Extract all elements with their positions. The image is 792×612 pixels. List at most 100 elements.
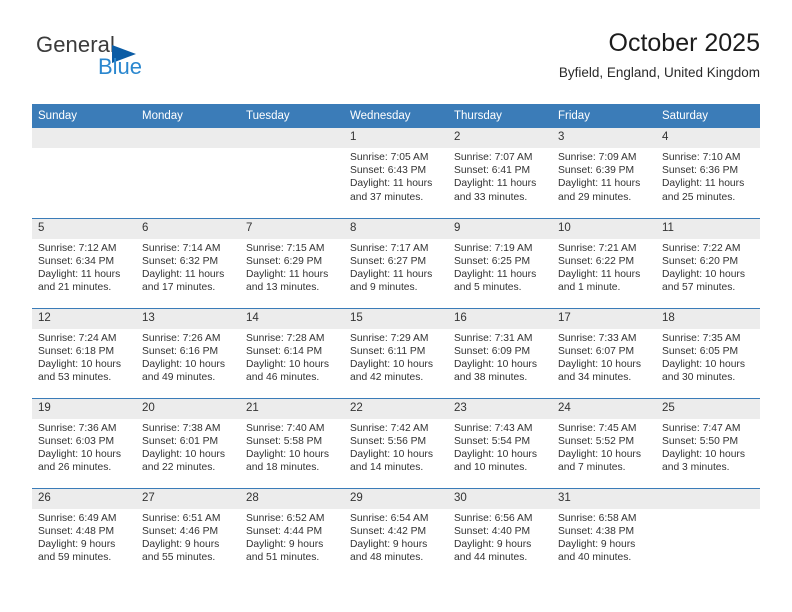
daylight-duration-line2: and 17 minutes. bbox=[142, 282, 216, 294]
calendar-day-cell[interactable]: 25 Sunrise: 7:47 AM Sunset: 5:50 PM Dayligh… bbox=[656, 397, 760, 488]
calendar-day-cell[interactable]: 26 Sunrise: 6:49 AM Sunset: 4:48 PM Dayligh… bbox=[32, 487, 136, 578]
calendar-day-cell[interactable]: 17 Sunrise: 7:33 AM Sunset: 6:07 PM Dayligh… bbox=[552, 307, 656, 398]
day-details: Sunrise: 7:22 AM Sunset: 6:20 PM Daylight:… bbox=[656, 239, 760, 295]
calendar-day-cell[interactable]: 27 Sunrise: 6:51 AM Sunset: 4:46 PM Dayligh… bbox=[136, 487, 240, 578]
calendar-day-cell[interactable]: 4 Sunrise: 7:10 AM Sunset: 6:36 PM Daylight… bbox=[656, 128, 760, 218]
calendar-day-cell[interactable]: 3 Sunrise: 7:09 AM Sunset: 6:39 PM Daylight… bbox=[552, 128, 656, 218]
weekday-header-saturday: Saturday bbox=[656, 104, 760, 128]
day-details: Sunrise: 6:52 AM Sunset: 4:44 PM Daylight:… bbox=[240, 509, 344, 565]
day-details: Sunrise: 7:31 AM Sunset: 6:09 PM Daylight:… bbox=[448, 329, 552, 385]
calendar-day-cell[interactable]: 24 Sunrise: 7:45 AM Sunset: 5:52 PM Dayligh… bbox=[552, 397, 656, 488]
calendar-day-cell[interactable]: 15 Sunrise: 7:29 AM Sunset: 6:11 PM Dayligh… bbox=[344, 307, 448, 398]
daylight-duration-line2: and 18 minutes. bbox=[246, 462, 320, 474]
calendar-day-cell[interactable]: 8 Sunrise: 7:17 AM Sunset: 6:27 PM Daylight… bbox=[344, 217, 448, 308]
calendar-day-cell[interactable]: 31 Sunrise: 6:58 AM Sunset: 4:38 PM Dayligh… bbox=[552, 487, 656, 578]
daylight-duration-line1: Daylight: 11 hours bbox=[350, 268, 433, 280]
daylight-duration-line1: Daylight: 10 hours bbox=[246, 358, 329, 370]
sunrise-time: Sunrise: 7:07 AM bbox=[454, 152, 533, 163]
calendar-day-cell[interactable]: 10 Sunrise: 7:21 AM Sunset: 6:22 PM Dayligh… bbox=[552, 217, 656, 308]
day-number: 13 bbox=[136, 308, 240, 329]
daylight-duration-line2: and 5 minutes. bbox=[454, 282, 522, 294]
daylight-duration-line2: and 21 minutes. bbox=[38, 282, 112, 294]
calendar-day-cell[interactable]: 5 Sunrise: 7:12 AM Sunset: 6:34 PM Daylight… bbox=[32, 217, 136, 308]
calendar-day-cell[interactable]: 19 Sunrise: 7:36 AM Sunset: 6:03 PM Dayligh… bbox=[32, 397, 136, 488]
daylight-duration-line2: and 59 minutes. bbox=[38, 552, 112, 564]
sunset-time: Sunset: 4:38 PM bbox=[558, 525, 635, 537]
calendar-day-cell[interactable]: 23 Sunrise: 7:43 AM Sunset: 5:54 PM Dayligh… bbox=[448, 397, 552, 488]
weekday-header-row: Sunday Monday Tuesday Wednesday Thursday… bbox=[32, 104, 760, 128]
daylight-duration-line1: Daylight: 11 hours bbox=[350, 178, 433, 190]
day-details: Sunrise: 7:43 AM Sunset: 5:54 PM Daylight:… bbox=[448, 419, 552, 475]
calendar-day-cell[interactable]: 18 Sunrise: 7:35 AM Sunset: 6:05 PM Dayligh… bbox=[656, 307, 760, 398]
calendar-day-cell[interactable]: 2 Sunrise: 7:07 AM Sunset: 6:41 PM Daylight… bbox=[448, 128, 552, 218]
day-details: Sunrise: 7:21 AM Sunset: 6:22 PM Daylight:… bbox=[552, 239, 656, 295]
calendar-day-cell[interactable]: 13 Sunrise: 7:26 AM Sunset: 6:16 PM Dayligh… bbox=[136, 307, 240, 398]
daylight-duration-line1: Daylight: 9 hours bbox=[454, 538, 532, 550]
title-block: October 2025 Byfield, England, United Ki… bbox=[559, 28, 760, 81]
daylight-duration-line2: and 14 minutes. bbox=[350, 462, 424, 474]
brand-logo[interactable]: General Blue bbox=[36, 32, 266, 86]
calendar-day-cell[interactable]: 29 Sunrise: 6:54 AM Sunset: 4:42 PM Dayligh… bbox=[344, 487, 448, 578]
sunrise-time: Sunrise: 7:15 AM bbox=[246, 242, 325, 254]
calendar-day-cell[interactable]: 11 Sunrise: 7:22 AM Sunset: 6:20 PM Dayligh… bbox=[656, 217, 760, 308]
sunrise-time: Sunrise: 6:51 AM bbox=[142, 512, 221, 524]
calendar-day-cell[interactable]: 28 Sunrise: 6:52 AM Sunset: 4:44 PM Dayligh… bbox=[240, 487, 344, 578]
daylight-duration-line2: and 9 minutes. bbox=[350, 282, 418, 294]
calendar-day-cell[interactable]: 20 Sunrise: 7:38 AM Sunset: 6:01 PM Dayligh… bbox=[136, 397, 240, 488]
sunrise-time: Sunrise: 7:29 AM bbox=[350, 332, 429, 344]
daylight-duration-line1: Daylight: 9 hours bbox=[350, 538, 428, 550]
daylight-duration-line1: Daylight: 11 hours bbox=[246, 268, 329, 280]
sunrise-time: Sunrise: 7:47 AM bbox=[662, 422, 741, 434]
sunrise-time: Sunrise: 7:14 AM bbox=[142, 242, 221, 254]
daylight-duration-line2: and 7 minutes. bbox=[558, 462, 626, 474]
sunrise-time: Sunrise: 7:31 AM bbox=[454, 332, 533, 344]
daylight-duration-line2: and 53 minutes. bbox=[38, 372, 112, 384]
daylight-duration-line1: Daylight: 9 hours bbox=[558, 538, 636, 550]
daylight-duration-line1: Daylight: 11 hours bbox=[142, 268, 225, 280]
daylight-duration-line1: Daylight: 10 hours bbox=[558, 448, 641, 460]
day-details: Sunrise: 7:09 AM Sunset: 6:39 PM Daylight:… bbox=[552, 148, 656, 204]
calendar-day-cell[interactable]: 1 Sunrise: 7:05 AM Sunset: 6:43 PM Daylight… bbox=[344, 128, 448, 218]
calendar-day-cell[interactable]: 9 Sunrise: 7:19 AM Sunset: 6:25 PM Daylight… bbox=[448, 217, 552, 308]
sunrise-time: Sunrise: 6:52 AM bbox=[246, 512, 325, 524]
logo-text-blue: Blue bbox=[98, 54, 143, 79]
day-number bbox=[656, 488, 760, 509]
calendar-day-cell[interactable]: 21 Sunrise: 7:40 AM Sunset: 5:58 PM Dayligh… bbox=[240, 397, 344, 488]
sunset-time: Sunset: 5:54 PM bbox=[454, 435, 531, 447]
daylight-duration-line2: and 57 minutes. bbox=[662, 282, 736, 294]
daylight-duration-line1: Daylight: 11 hours bbox=[558, 268, 641, 280]
sunset-time: Sunset: 6:07 PM bbox=[558, 345, 635, 357]
day-details: Sunrise: 7:28 AM Sunset: 6:14 PM Daylight:… bbox=[240, 329, 344, 385]
day-details: Sunrise: 6:49 AM Sunset: 4:48 PM Daylight:… bbox=[32, 509, 136, 565]
calendar-week-row: 26 Sunrise: 6:49 AM Sunset: 4:48 PM Dayligh… bbox=[32, 487, 760, 578]
daylight-duration-line1: Daylight: 11 hours bbox=[558, 178, 641, 190]
calendar-day-cell[interactable]: 16 Sunrise: 7:31 AM Sunset: 6:09 PM Dayligh… bbox=[448, 307, 552, 398]
daylight-duration-line1: Daylight: 10 hours bbox=[350, 448, 433, 460]
sunset-time: Sunset: 6:09 PM bbox=[454, 345, 531, 357]
day-number: 6 bbox=[136, 218, 240, 239]
calendar-day-cell[interactable]: 12 Sunrise: 7:24 AM Sunset: 6:18 PM Dayligh… bbox=[32, 307, 136, 398]
calendar-day-cell-empty bbox=[656, 487, 760, 578]
daylight-duration-line2: and 51 minutes. bbox=[246, 552, 320, 564]
calendar-day-cell-empty bbox=[136, 128, 240, 218]
calendar-day-cell[interactable]: 7 Sunrise: 7:15 AM Sunset: 6:29 PM Daylight… bbox=[240, 217, 344, 308]
weekday-header-thursday: Thursday bbox=[448, 104, 552, 128]
calendar-day-cell[interactable]: 30 Sunrise: 6:56 AM Sunset: 4:40 PM Dayligh… bbox=[448, 487, 552, 578]
day-number: 19 bbox=[32, 398, 136, 419]
sunset-time: Sunset: 6:05 PM bbox=[662, 345, 739, 357]
page-header: General Blue October 2025 Byfield, Engla… bbox=[32, 28, 760, 94]
daylight-duration-line1: Daylight: 10 hours bbox=[558, 358, 641, 370]
day-details: Sunrise: 7:10 AM Sunset: 6:36 PM Daylight:… bbox=[656, 148, 760, 204]
day-number: 26 bbox=[32, 488, 136, 509]
page-title: October 2025 bbox=[608, 29, 761, 57]
calendar-week-row: 19 Sunrise: 7:36 AM Sunset: 6:03 PM Dayligh… bbox=[32, 397, 760, 488]
calendar-day-cell[interactable]: 22 Sunrise: 7:42 AM Sunset: 5:56 PM Dayligh… bbox=[344, 397, 448, 488]
day-number: 20 bbox=[136, 398, 240, 419]
day-details: Sunrise: 6:54 AM Sunset: 4:42 PM Daylight:… bbox=[344, 509, 448, 565]
calendar-day-cell[interactable]: 14 Sunrise: 7:28 AM Sunset: 6:14 PM Dayligh… bbox=[240, 307, 344, 398]
calendar-page: General Blue October 2025 Byfield, Engla… bbox=[0, 0, 792, 612]
sunrise-time: Sunrise: 7:36 AM bbox=[38, 422, 117, 434]
day-number: 28 bbox=[240, 488, 344, 509]
daylight-duration-line2: and 30 minutes. bbox=[662, 372, 736, 384]
calendar-day-cell[interactable]: 6 Sunrise: 7:14 AM Sunset: 6:32 PM Daylight… bbox=[136, 217, 240, 308]
